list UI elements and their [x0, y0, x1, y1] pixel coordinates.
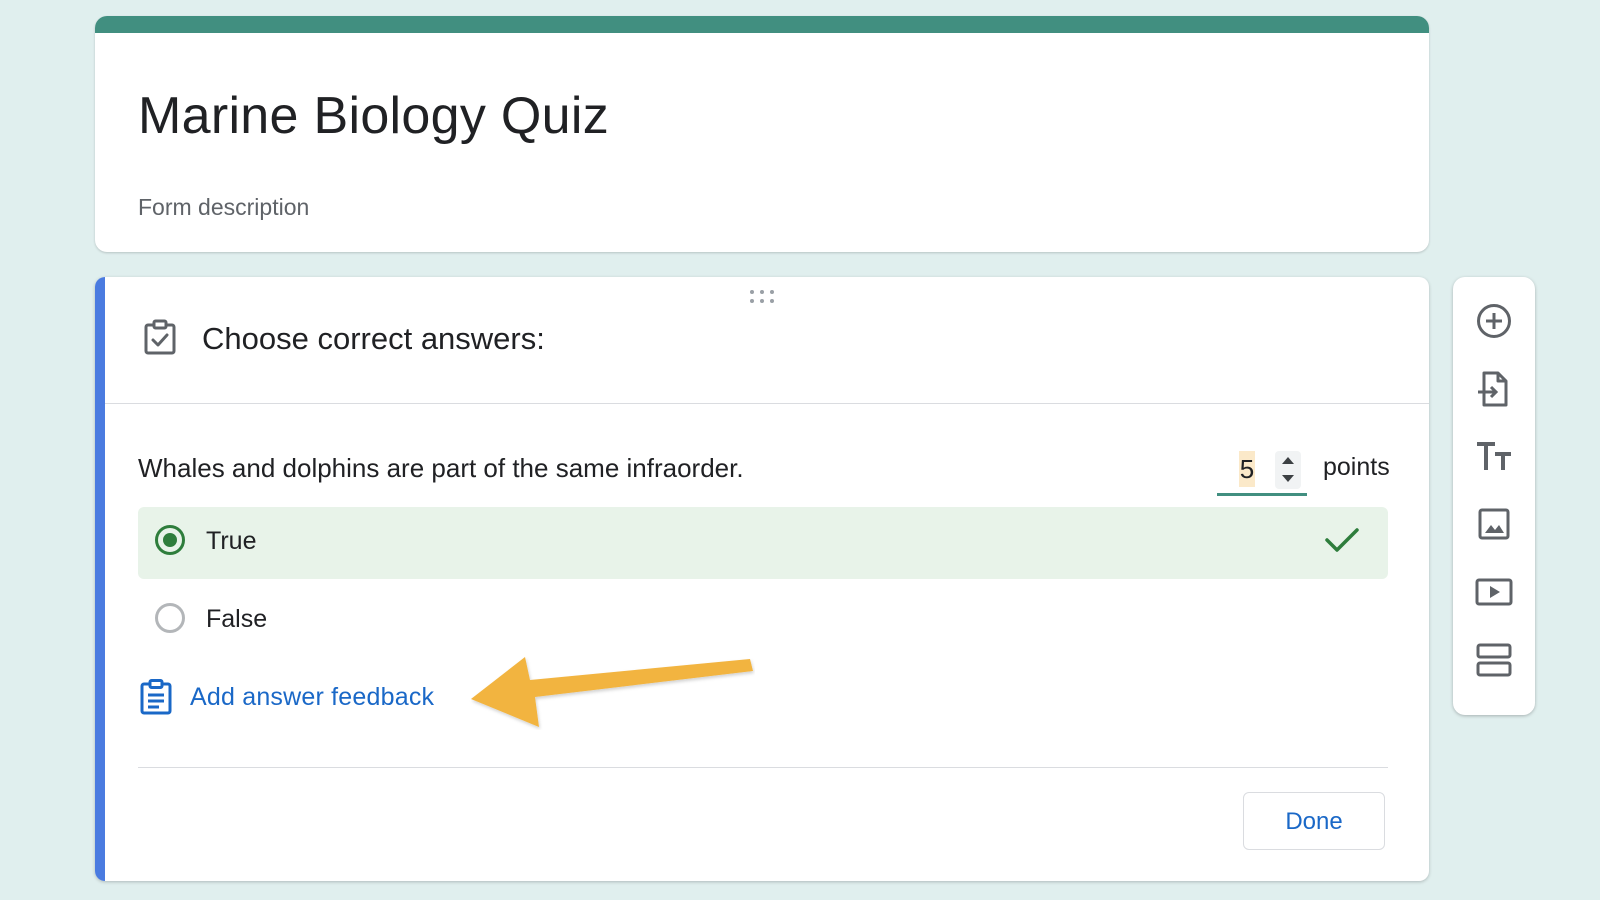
- divider: [138, 767, 1388, 768]
- add-video-icon: [1475, 578, 1513, 606]
- add-title-button[interactable]: [1474, 437, 1514, 477]
- annotation-arrow: [471, 657, 753, 727]
- option-true[interactable]: True: [138, 507, 1388, 579]
- points-value[interactable]: 5: [1239, 451, 1255, 487]
- feedback-clipboard-icon: [140, 679, 172, 715]
- add-image-button[interactable]: [1474, 504, 1514, 544]
- done-button[interactable]: Done: [1243, 792, 1385, 850]
- form-description-field[interactable]: Form description: [138, 194, 309, 221]
- add-question-button[interactable]: [1474, 301, 1514, 341]
- points-stepper[interactable]: [1275, 451, 1301, 489]
- increment-arrow-icon[interactable]: [1282, 457, 1294, 464]
- add-answer-feedback-link[interactable]: Add answer feedback: [138, 677, 468, 717]
- add-section-button[interactable]: [1474, 640, 1514, 680]
- add-section-icon: [1476, 643, 1512, 677]
- add-video-button[interactable]: [1474, 572, 1514, 612]
- add-title-icon: [1477, 442, 1511, 470]
- form-title[interactable]: Marine Biology Quiz: [138, 86, 609, 146]
- points-label: points: [1323, 453, 1390, 481]
- import-questions-button[interactable]: [1474, 369, 1514, 409]
- option-label: False: [206, 605, 268, 633]
- feedback-link-label[interactable]: Add answer feedback: [190, 683, 434, 712]
- answer-key-title: Choose correct answers:: [202, 321, 545, 356]
- checklist-icon: [144, 319, 176, 355]
- question-card: Choose correct answers: Whales and dolph…: [95, 277, 1429, 881]
- option-false[interactable]: False: [138, 585, 1388, 657]
- active-card-accent: [95, 277, 105, 881]
- add-image-icon: [1478, 508, 1510, 540]
- floating-toolbar: [1453, 277, 1535, 715]
- import-questions-icon: [1478, 371, 1508, 407]
- points-input[interactable]: 5: [1217, 447, 1307, 496]
- correct-check-icon: [1325, 528, 1359, 552]
- add-question-icon: [1477, 304, 1511, 338]
- option-label: True: [206, 527, 257, 555]
- form-title-card[interactable]: Marine Biology Quiz Form description: [95, 16, 1429, 252]
- question-text: Whales and dolphins are part of the same…: [138, 453, 744, 483]
- answer-key-header: Choose correct answers:: [105, 277, 1429, 404]
- header-color-band: [95, 16, 1429, 33]
- radio-unselected-icon[interactable]: [155, 603, 185, 633]
- decrement-arrow-icon[interactable]: [1282, 475, 1294, 482]
- radio-selected-icon[interactable]: [155, 525, 185, 555]
